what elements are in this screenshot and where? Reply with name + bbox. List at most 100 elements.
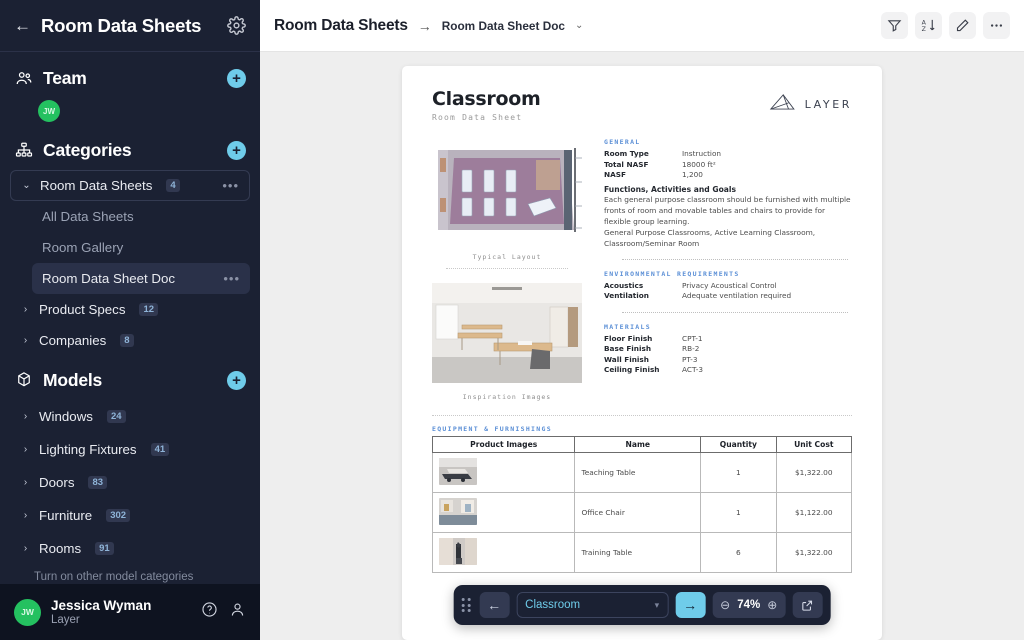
product-image-cell — [431, 452, 576, 493]
team-members: JW — [0, 98, 260, 130]
sidebar-item-furniture[interactable]: › Furniture 302 — [10, 499, 250, 532]
product-name-cell: Training Table — [574, 532, 702, 573]
section-divider — [622, 258, 848, 260]
spec-row: Base Finish RB-2 — [604, 344, 852, 355]
model-label: Furniture — [39, 508, 93, 523]
sidebar-title: Room Data Sheets — [41, 14, 202, 36]
model-label: Rooms — [39, 541, 82, 556]
avatar[interactable]: JW — [14, 598, 41, 626]
sidebar-item-room-gallery[interactable]: Room Gallery — [32, 232, 250, 263]
section-divider — [622, 311, 848, 313]
svg-text:Z: Z — [922, 26, 926, 33]
zoom-out-button[interactable]: ⊖ — [720, 598, 730, 612]
equipment-section: EQUIPMENT & FURNISHINGS Product Images N… — [431, 415, 853, 573]
help-circle-icon[interactable] — [201, 601, 218, 623]
column-header: Unit Cost — [775, 436, 853, 453]
paragraph: General Purpose Classrooms, Active Learn… — [604, 227, 816, 248]
spec-value: ACT-3 — [682, 365, 704, 374]
item-menu-icon[interactable]: ••• — [223, 272, 240, 285]
sidebar-item-all-data-sheets[interactable]: All Data Sheets — [32, 201, 250, 232]
sidebar-item-companies[interactable]: › Companies 8 — [10, 325, 250, 356]
spec-row: Ceiling Finish ACT-3 — [604, 365, 852, 376]
avatar[interactable]: JW — [38, 100, 60, 122]
next-page-button[interactable]: → — [675, 592, 706, 618]
spec-value: Instruction — [682, 149, 722, 158]
spec-key: Acoustics — [604, 280, 644, 290]
paragraph: Each general purpose classroom should be… — [604, 194, 851, 226]
section-title: MATERIALS — [604, 322, 651, 331]
spec-key: Total NASF — [604, 159, 649, 169]
filter-button[interactable] — [881, 12, 908, 39]
gear-icon[interactable] — [227, 16, 246, 35]
add-model-button[interactable] — [227, 370, 246, 390]
sidebar-item-doors[interactable]: › Doors 83 — [10, 466, 250, 499]
spec-key: Room Type — [604, 149, 649, 158]
team-section-header: Team — [0, 58, 260, 98]
table-row: Office Chair 1 $1,122.00 — [431, 492, 853, 533]
paragraph-heading: Functions, Activities and Goals — [604, 184, 737, 194]
product-name-cell: Teaching Table — [574, 452, 702, 493]
spec-value: RB-2 — [682, 344, 700, 353]
sidebar-item-windows[interactable]: › Windows 24 — [10, 400, 250, 433]
previous-page-button[interactable]: ← — [479, 592, 510, 618]
section-title: ENVIRONMENTAL REQUIREMENTS — [604, 269, 740, 278]
topbar-actions: A Z — [881, 12, 1010, 39]
users-icon — [14, 68, 34, 88]
spec-key: Base Finish — [604, 344, 652, 353]
item-count-badge: 83 — [88, 476, 108, 489]
breadcrumb-current[interactable]: Room Data Sheet Doc — [442, 19, 565, 33]
sidebar-item-product-specs[interactable]: › Product Specs 12 — [10, 294, 250, 325]
zoom-in-button[interactable]: ⊕ — [767, 598, 777, 612]
model-label: Lighting Fixtures — [39, 442, 137, 457]
add-team-member-button[interactable] — [227, 68, 246, 88]
main-area: Room Data Sheets → Room Data Sheet Doc ⌄… — [260, 0, 1024, 640]
edit-button[interactable] — [949, 12, 976, 39]
turn-on-other-categories-link[interactable]: Turn on other model categories — [0, 565, 260, 583]
equipment-table: Product Images Name Quantity Unit Cost T… — [431, 436, 853, 573]
spec-key: Ceiling Finish — [604, 365, 660, 374]
inspiration-image — [432, 283, 582, 383]
page-select[interactable]: Classroom ▾ — [516, 592, 669, 618]
open-external-button[interactable] — [792, 592, 823, 618]
chevron-right-icon: › — [23, 304, 28, 315]
section-general: GENERAL Room Type Instruction Total NASF… — [604, 138, 852, 249]
quantity-cell: 6 — [700, 532, 777, 573]
drag-handle-icon[interactable] — [461, 598, 473, 612]
sidebar-item-rooms[interactable]: › Rooms 91 — [10, 532, 250, 565]
document-canvas[interactable]: Classroom Room Data Sheet LAYER Typical … — [260, 52, 1024, 640]
chevron-right-icon: › — [23, 335, 28, 346]
sidebar-item-room-data-sheet-doc[interactable]: Room Data Sheet Doc ••• — [32, 263, 250, 294]
breadcrumb-root[interactable]: Room Data Sheets — [274, 17, 408, 35]
category-label: Room Data Sheet Doc — [42, 271, 176, 286]
sort-button[interactable]: A Z — [915, 12, 942, 39]
add-category-button[interactable] — [227, 140, 246, 160]
user-name: Jessica Wyman — [51, 597, 152, 613]
product-thumbnail-training-table — [439, 538, 477, 565]
column-header: Name — [574, 436, 702, 453]
room-data-sheet-page: Classroom Room Data Sheet LAYER Typical … — [402, 66, 882, 640]
models-label: Models — [43, 369, 103, 390]
spec-key: Ventilation — [604, 291, 650, 300]
item-menu-icon[interactable]: ••• — [222, 179, 239, 192]
chevron-down-icon[interactable]: ⌄ — [575, 20, 583, 31]
user-org: Layer — [51, 613, 80, 626]
layer-logo-icon — [769, 92, 801, 116]
more-button[interactable] — [983, 12, 1010, 39]
sidebar-user-footer: JW Jessica Wyman Layer — [0, 584, 260, 640]
typical-layout-figure: Typical Layout — [432, 138, 582, 269]
sidebar-scroll-area[interactable]: Team JW Categories — [0, 52, 260, 584]
spec-row: Total NASF 18000 ft² — [604, 160, 852, 171]
back-arrow-icon[interactable]: ← — [14, 17, 31, 34]
item-count-badge: 12 — [139, 303, 159, 316]
user-icon[interactable] — [229, 601, 246, 623]
spec-value: 1,200 — [682, 170, 703, 179]
sidebar-item-room-data-sheets[interactable]: ⌄ Room Data Sheets 4 ••• — [10, 170, 250, 201]
categories-section-header: Categories — [0, 130, 260, 170]
spec-row: Room Type Instruction — [604, 149, 852, 160]
section-title: GENERAL — [604, 138, 641, 146]
spec-value: 18000 ft² — [682, 159, 716, 169]
models-section-header: Models — [0, 360, 260, 400]
sidebar-item-lighting-fixtures[interactable]: › Lighting Fixtures 41 — [10, 433, 250, 466]
quantity-cell: 1 — [700, 492, 777, 533]
category-label: Room Gallery — [42, 240, 124, 255]
